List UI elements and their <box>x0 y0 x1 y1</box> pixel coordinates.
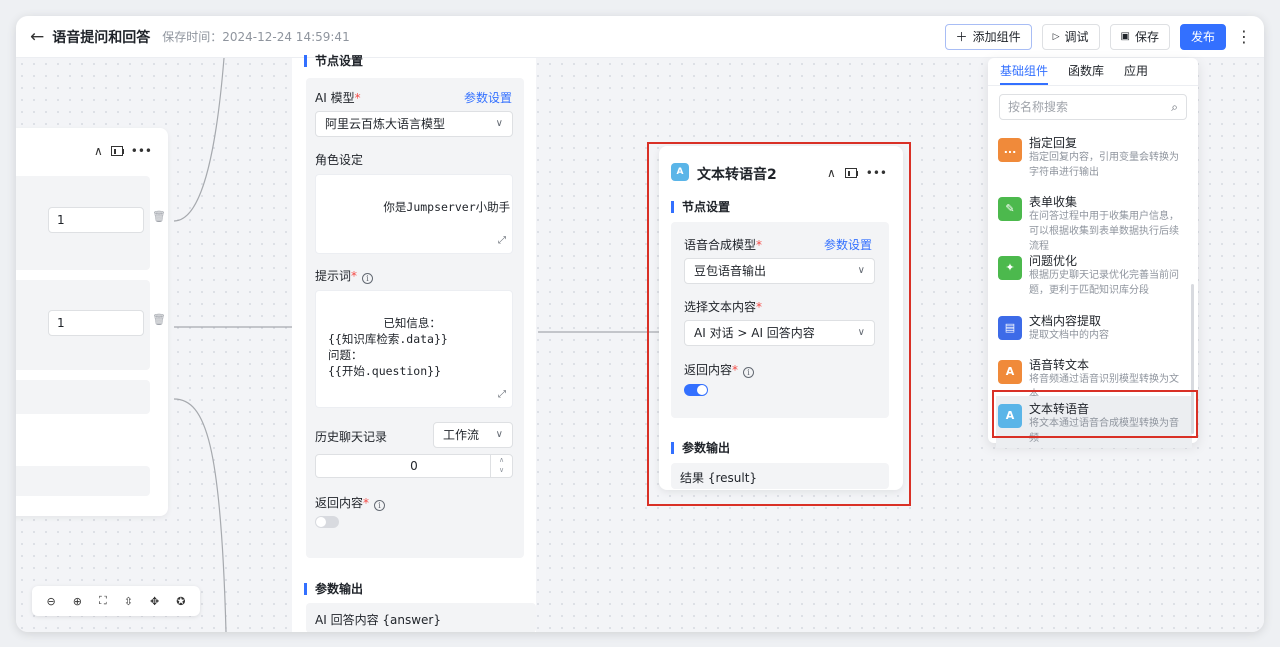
zoom-out-icon[interactable]: ⊖ <box>47 595 56 608</box>
component-name: 文档内容提取 <box>1029 314 1102 328</box>
component-name: 指定回复 <box>1029 136 1078 150</box>
chart-icon[interactable] <box>110 146 124 156</box>
component-name: 表单收集 <box>1029 195 1078 209</box>
save-button[interactable]: ▣ 保存 <box>1109 23 1170 50</box>
publish-button[interactable]: 发布 <box>1179 23 1226 50</box>
more-vertical-icon[interactable]: ⋮ <box>1236 27 1252 46</box>
expand-icon: ⤢ <box>498 235 506 246</box>
expand-icon: ⤢ <box>498 389 506 400</box>
trash-icon[interactable]: 🗑 <box>152 313 166 326</box>
left-param-row-4 <box>16 466 150 496</box>
info-icon: i <box>362 273 374 284</box>
more-icon[interactable]: ••• <box>131 144 152 158</box>
add-component-button[interactable]: ＋ 添加组件 <box>944 23 1032 50</box>
pin-icon[interactable]: ✪ <box>176 595 185 608</box>
chevron-down-icon: ∨ <box>495 118 503 129</box>
canvas-toolbar: ⊖ ⊕ ⛶ ⇳ ✥ ✪ <box>32 586 200 616</box>
history-label: 历史聊天记录 <box>315 430 388 444</box>
save-icon: ▣ <box>1120 31 1130 42</box>
output-value: AI 回答内容 {answer} <box>315 613 441 627</box>
role-textarea[interactable]: 你是Jumpserver小助手 ⤢ <box>315 174 513 254</box>
info-icon: i <box>374 500 386 511</box>
plus-icon: ＋ <box>955 30 968 44</box>
ai-model-label: AI 模型* <box>315 91 361 105</box>
prompt-textarea[interactable]: 已知信息： {{知识库检索.data}} 问题： {{开始.question}}… <box>315 290 513 408</box>
component-desc: 根据历史聊天记录优化完善当前问题，更利于匹配知识库分段 <box>1029 270 1179 296</box>
component-icon: ▤ <box>998 316 1022 340</box>
component-icon: A <box>998 360 1022 384</box>
component-icon: ... <box>998 138 1022 162</box>
fit-view-icon[interactable]: ⛶ <box>99 594 107 608</box>
page-title: 语音提问和回答 <box>52 29 151 46</box>
left-param-row-3 <box>16 380 150 414</box>
search-icon: ⌕ <box>1171 100 1178 114</box>
left-input-2[interactable]: 1 <box>48 310 144 336</box>
back-arrow-icon[interactable]: ← <box>30 27 44 47</box>
output-section-title: 参数输出 <box>304 583 363 595</box>
tab-apps[interactable]: 应用 <box>1124 58 1148 85</box>
trash-icon[interactable]: 🗑 <box>152 210 166 223</box>
top-header: ← 语音提问和回答 保存时间：2024-12-24 14:59:41 ＋ 添加组… <box>16 16 1264 58</box>
component-tabs: 基础组件 函数库 应用 <box>988 58 1198 86</box>
component-icon: ✎ <box>998 197 1022 221</box>
history-mode-select[interactable]: 工作流 ∨ <box>433 422 513 448</box>
component-panel: 基础组件 函数库 应用 按名称搜索 ⌕ ... 指定回复指定回复内容，引用变量会转… <box>988 58 1198 448</box>
tab-functions[interactable]: 函数库 <box>1068 58 1104 85</box>
component-desc: 提取文档中的内容 <box>1029 330 1109 341</box>
ai-chat-node-panel[interactable]: 节点设置 AI 模型* 参数设置 阿里云百炼大语言模型 ∨ 角色设定 你是Jump… <box>292 55 536 632</box>
component-icon: ✦ <box>998 256 1022 280</box>
tab-basic[interactable]: 基础组件 <box>1000 58 1049 85</box>
return-content-toggle[interactable] <box>315 516 339 528</box>
highlight-box-node <box>647 142 911 506</box>
save-time: 保存时间：2024-12-24 14:59:41 <box>162 30 350 44</box>
stepper-arrows-icon: ∧ ∨ <box>490 455 512 477</box>
component-name: 问题优化 <box>1029 254 1078 268</box>
component-search-input[interactable]: 按名称搜索 ⌕ <box>999 94 1187 120</box>
debug-button[interactable]: ▷ 调试 <box>1041 23 1100 50</box>
chevron-down-icon: ∨ <box>495 429 503 440</box>
output-box: AI 回答内容 {answer} <box>306 603 536 632</box>
left-input-1[interactable]: 1 <box>48 207 144 233</box>
left-node-card[interactable]: ∧ ••• 1 🗑 1 🗑 <box>16 128 168 516</box>
component-item[interactable]: ✎ 表单收集 在问答过程中用于收集用户信息，可以根据收集到表单数据执行后续流程 <box>996 189 1192 252</box>
align-icon[interactable]: ⇳ <box>124 595 133 608</box>
history-count-stepper[interactable]: 0 ∧ ∨ <box>315 454 513 478</box>
collapse-icon[interactable]: ∧ <box>94 144 103 158</box>
component-item[interactable]: ✦ 问题优化根据历史聊天记录优化完善当前问题，更利于匹配知识库分段 <box>996 248 1192 300</box>
node-settings-box: AI 模型* 参数设置 阿里云百炼大语言模型 ∨ 角色设定 你是Jumpserve… <box>306 78 524 558</box>
app-window: ← 语音提问和回答 保存时间：2024-12-24 14:59:41 ＋ 添加组… <box>16 16 1264 632</box>
play-icon: ▷ <box>1052 31 1060 42</box>
zoom-in-icon[interactable]: ⊕ <box>73 595 82 608</box>
highlight-box-component <box>992 390 1198 438</box>
section-title: 节点设置 <box>304 55 363 67</box>
return-content-label: 返回内容* i <box>315 494 386 511</box>
prompt-label: 提示词* i <box>315 267 374 284</box>
ai-model-select[interactable]: 阿里云百炼大语言模型 ∨ <box>315 111 513 137</box>
layout-icon[interactable]: ✥ <box>150 595 159 608</box>
left-node-controls: ∧ ••• <box>94 144 152 158</box>
component-item[interactable]: ... 指定回复指定回复内容，引用变量会转换为字符串进行输出 <box>996 130 1192 182</box>
component-name: 语音转文本 <box>1029 358 1090 372</box>
role-label: 角色设定 <box>315 153 364 167</box>
param-settings-link[interactable]: 参数设置 <box>464 89 512 106</box>
component-desc: 指定回复内容，引用变量会转换为字符串进行输出 <box>1029 152 1179 178</box>
